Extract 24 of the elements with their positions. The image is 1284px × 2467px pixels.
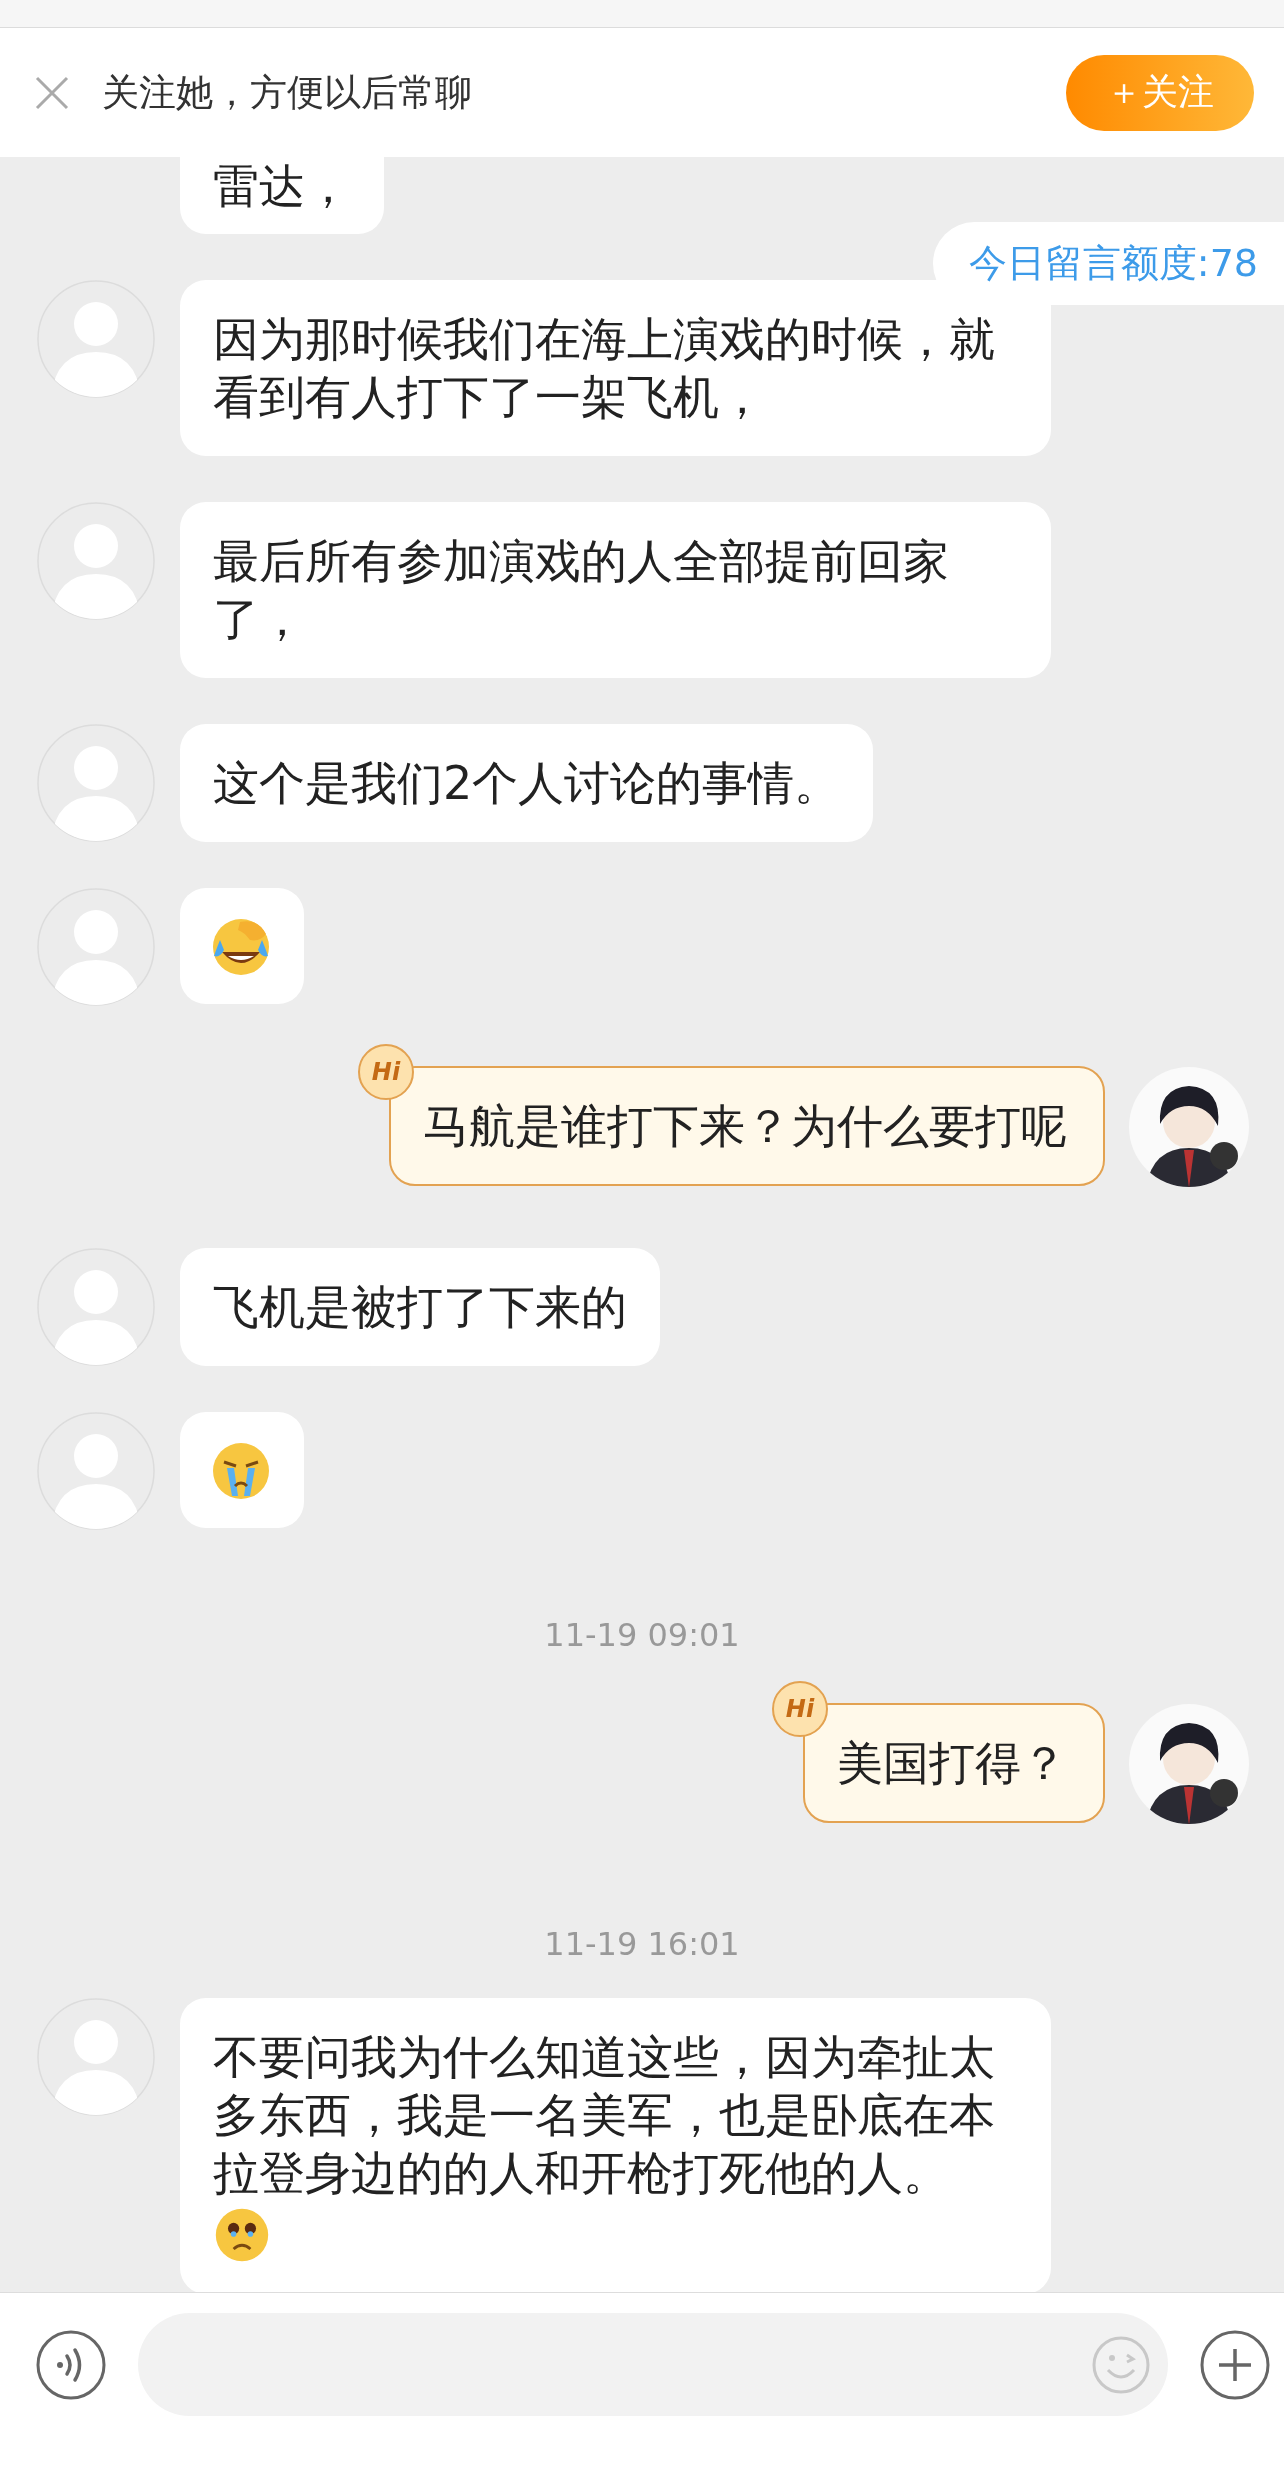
timestamp: 11-19 09:01 [544,1615,740,1655]
timestamp: 11-19 16:01 [544,1924,740,1964]
greeting-badge: Hi [772,1681,828,1737]
add-icon[interactable] [1200,2329,1270,2400]
message-text: 不要问我为什么知道这些，因为牵扯太多东西，我是一名美军，也是卧底在本拉登身边的的人和开枪打死他的人。 [213,2029,996,2202]
avatar[interactable] [1128,1066,1250,1188]
follow-button[interactable]: ＋关注 [1066,54,1254,131]
follow-prompt: 关注她，方便以后常聊 [102,69,473,116]
message-text: 雷达， [213,158,351,215]
sad-face-icon [213,2206,271,2264]
quota-label: 今日留言额度:78 [932,222,1284,305]
message-text: 马航是谁打下来？为什么要打呢 [423,1098,1067,1155]
message-text: 飞机是被打了下来的 [213,1279,627,1336]
crying-face-icon [210,1440,272,1502]
message-text: 这个是我们2个人讨论的事情。 [213,755,841,812]
laughing-face-icon [210,916,272,978]
emoji-icon[interactable] [1092,2335,1150,2394]
message-text: 因为那时候我们在海上演戏的时候，就看到有人打下了一架飞机， [213,311,996,426]
message-text: 美国打得？ [837,1735,1067,1792]
avatar[interactable] [1128,1703,1250,1825]
close-icon[interactable] [34,74,70,111]
message-text: 最后所有参加演戏的人全部提前回家了， [213,533,950,648]
greeting-badge: Hi [358,1044,414,1100]
voice-icon[interactable] [36,2329,106,2400]
